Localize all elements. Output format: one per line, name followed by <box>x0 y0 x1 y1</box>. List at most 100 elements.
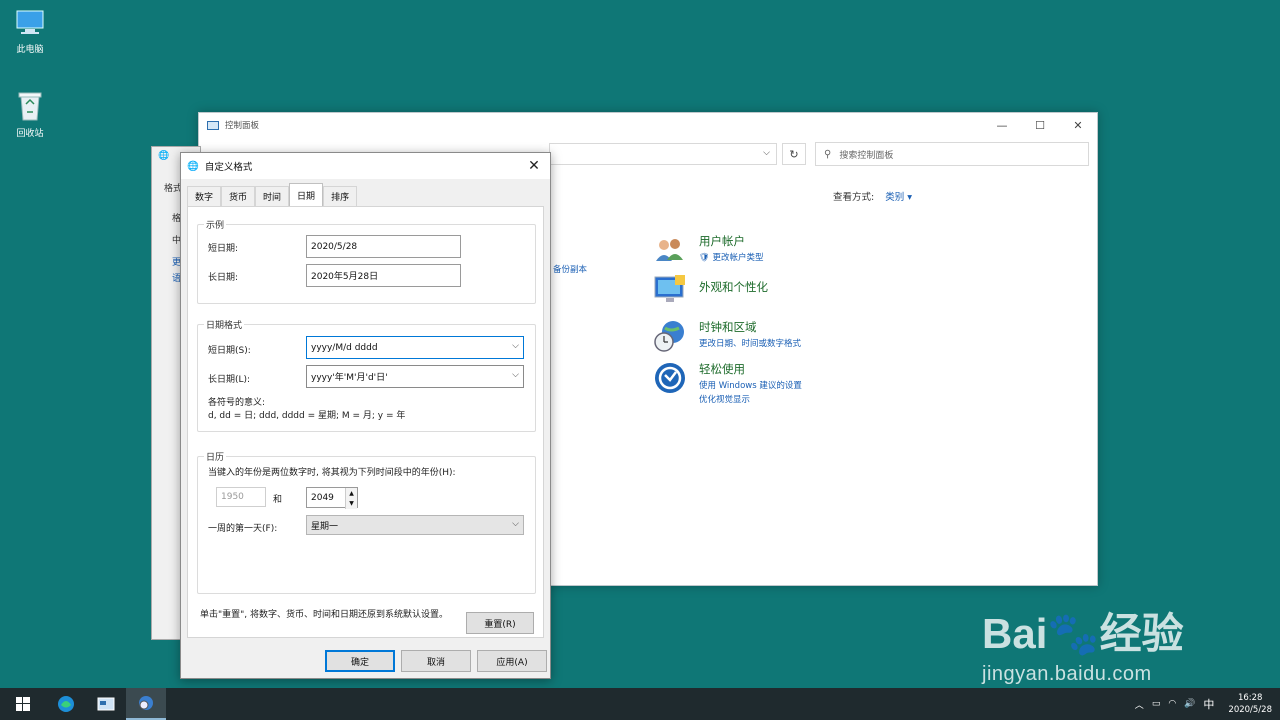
symbols-text: d, dd = 日; ddd, dddd = 星期; M = 月; y = 年 <box>208 411 406 421</box>
apply-button[interactable]: 应用(A) <box>477 650 547 672</box>
category-link[interactable]: 更改日期、时间或数字格式 <box>699 337 801 349</box>
minimize-icon[interactable]: — <box>983 113 1021 137</box>
start-button[interactable] <box>0 688 46 720</box>
edge-browser-icon <box>58 696 74 712</box>
show-hidden-icon[interactable]: ︿ <box>1135 698 1144 711</box>
tab-date[interactable]: 日期 <box>289 183 324 206</box>
ok-button[interactable]: 确定 <box>325 650 395 672</box>
globe-icon: 🌐 <box>187 160 199 172</box>
battery-icon[interactable]: ▭ <box>1152 699 1161 709</box>
chevron-down-icon[interactable]: ⌵ <box>512 519 519 529</box>
clock-time: 16:28 <box>1237 693 1263 703</box>
short-date-label: 短日期: <box>208 244 239 254</box>
long-format-value[interactable]: yyyy'年'M'月'd'日' <box>311 370 388 383</box>
category-appearance[interactable]: 外观和个性化 <box>653 273 768 307</box>
category-title[interactable]: 时钟和区域 <box>699 319 801 335</box>
search-placeholder: 搜索控制面板 <box>839 150 894 161</box>
close-icon[interactable]: ✕ <box>522 155 546 177</box>
category-user-accounts[interactable]: 用户帐户 🛡 更改帐户类型 <box>653 233 764 267</box>
long-format-label: 长日期(L): <box>208 375 251 385</box>
view-by-dropdown[interactable]: 类别 ▾ <box>885 192 912 203</box>
year-from-field: 1950 <box>216 487 266 507</box>
chevron-down-icon[interactable]: ⌵ <box>512 341 519 351</box>
desktop-icon-this-pc[interactable]: 此电脑 <box>0 8 60 55</box>
tab-sorting[interactable]: 排序 <box>323 186 358 206</box>
desktop-icon-recycle-bin[interactable]: 回收站 <box>0 90 60 139</box>
long-date-label: 长日期: <box>208 273 239 283</box>
year-to-stepper[interactable]: 2049 ▲ ▼ <box>306 487 358 509</box>
group-label: 示例 <box>204 218 227 231</box>
example-group: 示例 短日期: 2020/5/28 长日期: 2020年5月28日 <box>197 218 536 304</box>
short-format-combo[interactable]: yyyy/M/d dddd ⌵ <box>306 336 524 359</box>
category-link[interactable]: 优化视觉显示 <box>699 393 802 405</box>
backup-link[interactable]: 备份副本 <box>553 263 587 275</box>
short-format-label: 短日期(S): <box>208 346 251 356</box>
category-title[interactable]: 外观和个性化 <box>699 279 768 295</box>
taskbar-control-panel[interactable] <box>86 688 126 720</box>
category-link[interactable]: 使用 Windows 建议的设置 <box>699 379 802 391</box>
category-ease-of-access[interactable]: 轻松使用 使用 Windows 建议的设置 优化视觉显示 <box>653 361 802 405</box>
calendar-group: 日历 当键入的年份是两位数字时, 将其视为下列时间段中的年份(H): 1950 … <box>197 450 536 594</box>
watermark: Bai🐾经验 jingyan.baidu.com <box>982 600 1184 686</box>
recycle-bin-icon <box>18 92 42 121</box>
refresh-icon[interactable]: ↻ <box>782 143 806 165</box>
region-globe-icon <box>139 696 153 710</box>
first-day-value[interactable]: 星期一 <box>311 519 338 532</box>
volume-icon[interactable]: 🔊 <box>1184 699 1195 709</box>
first-day-label: 一周的第一天(F): <box>208 524 278 534</box>
tab-strip: 数字 货币 时间 日期 排序 <box>187 183 358 206</box>
address-bar[interactable]: ⌵ <box>549 143 777 165</box>
spin-down-icon[interactable]: ▼ <box>346 498 357 509</box>
search-icon: ⚲ <box>824 148 832 160</box>
search-input[interactable]: ⚲ 搜索控制面板 <box>815 142 1089 166</box>
year-and-label: 和 <box>273 495 283 505</box>
window-title-bar: 控制面板 <box>199 113 1097 137</box>
watermark-url: jingyan.baidu.com <box>982 663 1152 685</box>
taskbar-region[interactable] <box>126 688 166 720</box>
group-label: 日历 <box>204 450 227 463</box>
short-format-value[interactable]: yyyy/M/d dddd <box>311 343 378 353</box>
cancel-button[interactable]: 取消 <box>401 650 471 672</box>
ease-of-access-icon <box>655 363 685 393</box>
reset-button[interactable]: 重置(R) <box>466 612 534 634</box>
dialog-title-bar: 🌐 自定义格式 <box>181 153 550 179</box>
taskbar-edge[interactable] <box>46 688 86 720</box>
reset-note: 单击"重置", 将数字、货币、时间和日期还原到系统默认设置。 <box>200 610 449 620</box>
chevron-down-icon[interactable]: ⌵ <box>512 370 519 380</box>
close-icon[interactable]: ✕ <box>1059 113 1097 137</box>
category-clock-region[interactable]: 时钟和区域 更改日期、时间或数字格式 <box>653 319 801 353</box>
system-tray: ︿ ▭ ◠ 🔊 中 16:28 2020/5/28 <box>1127 688 1272 720</box>
view-by: 查看方式: 类别 ▾ <box>833 189 912 203</box>
category-link-text[interactable]: 更改帐户类型 <box>713 253 764 263</box>
category-link[interactable]: 🛡 更改帐户类型 <box>699 251 764 263</box>
custom-format-dialog: 🌐 自定义格式 ✕ 数字 货币 时间 日期 排序 示例 短日期: 2020/5/… <box>180 152 551 679</box>
category-title[interactable]: 轻松使用 <box>699 361 802 377</box>
chevron-down-icon[interactable]: ⌵ <box>763 148 770 158</box>
control-panel-icon <box>97 697 115 711</box>
spin-buttons[interactable]: ▲ ▼ <box>345 488 357 509</box>
long-format-combo[interactable]: yyyy'年'M'月'd'日' ⌵ <box>306 365 524 388</box>
dialog-title: 自定义格式 <box>204 162 253 173</box>
spin-up-icon[interactable]: ▲ <box>346 488 357 499</box>
control-panel-icon <box>207 120 219 130</box>
date-format-group: 日期格式 短日期(S): yyyy/M/d dddd ⌵ 长日期(L): yyy… <box>197 318 536 432</box>
window-controls: — ☐ ✕ <box>983 113 1097 137</box>
windows-logo-icon <box>16 697 30 711</box>
group-label: 日期格式 <box>204 318 245 331</box>
watermark-brand: Bai🐾经验 <box>982 610 1184 657</box>
view-by-label: 查看方式: <box>833 192 875 203</box>
first-day-combo[interactable]: 星期一 ⌵ <box>306 515 524 535</box>
short-date-example: 2020/5/28 <box>306 235 461 258</box>
tab-number[interactable]: 数字 <box>187 186 222 206</box>
year-to-value[interactable]: 2049 <box>311 493 334 503</box>
tab-currency[interactable]: 货币 <box>221 186 256 206</box>
ime-indicator[interactable]: 中 <box>1203 696 1214 712</box>
taskbar: ︿ ▭ ◠ 🔊 中 16:28 2020/5/28 <box>0 688 1280 720</box>
category-title[interactable]: 用户帐户 <box>699 233 764 249</box>
clock[interactable]: 16:28 2020/5/28 <box>1228 692 1272 716</box>
window-title: 控制面板 <box>225 121 260 131</box>
maximize-icon[interactable]: ☐ <box>1021 113 1059 137</box>
network-icon[interactable]: ◠ <box>1168 699 1176 709</box>
desktop-icon-label: 此电脑 <box>16 45 44 55</box>
tab-time[interactable]: 时间 <box>255 186 290 206</box>
